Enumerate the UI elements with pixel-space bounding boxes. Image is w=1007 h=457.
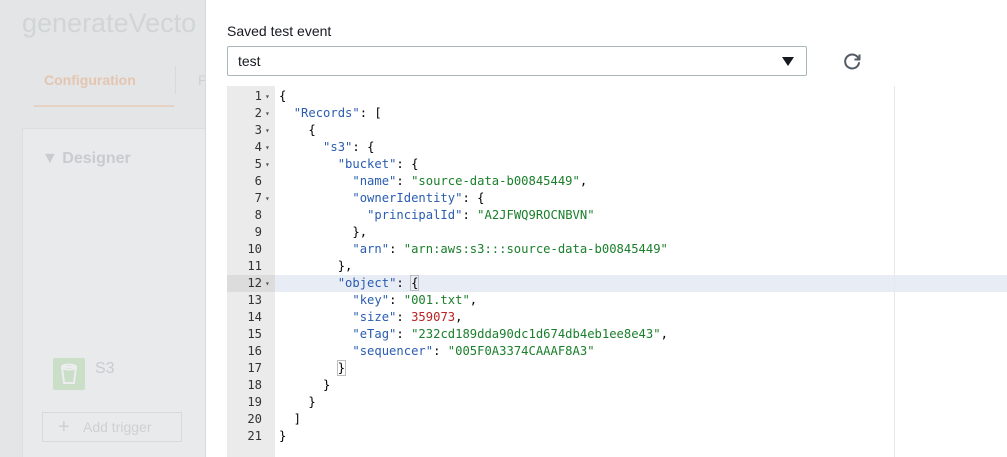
code-text: "ownerIdentity": { [352, 191, 485, 205]
code-text: }, [279, 225, 368, 239]
code-text: } [279, 378, 331, 392]
line-number: 8 [254, 208, 262, 222]
fold-arrow-icon[interactable]: ▾ [265, 275, 270, 292]
line-number: 3 [254, 123, 262, 137]
line-number: 19 [247, 395, 262, 409]
selected-event-value: test [238, 53, 261, 69]
line-number: 12 [247, 276, 262, 290]
code-line[interactable]: 15 "eTag": "232cd189dda90dc1d674db4eb1ee… [227, 326, 1007, 343]
code-line[interactable]: 3 ▾ { [227, 122, 1007, 139]
fold-arrow-icon[interactable]: ▾ [265, 122, 270, 139]
code-text: "key": "001.txt", [352, 293, 478, 307]
code-line[interactable]: 2 ▾ "Records": [ [227, 105, 1007, 122]
dropdown-arrow-icon [782, 57, 794, 66]
line-number: 16 [247, 344, 262, 358]
configure-test-event-dialog: Saved test event test 1 ▾{2 ▾ "Records": [… [205, 0, 1007, 457]
line-number: 6 [254, 174, 262, 188]
json-code-editor[interactable]: 1 ▾{2 ▾ "Records": [3 ▾ {4 ▾ "s3": {5 ▾ "buck… [227, 86, 1007, 457]
fold-arrow-icon[interactable]: ▾ [265, 156, 270, 173]
fold-arrow-icon[interactable]: ▾ [265, 190, 270, 207]
code-text: }, [279, 259, 353, 273]
code-line[interactable]: 21} [227, 428, 1007, 445]
saved-test-event-select[interactable]: test [227, 46, 807, 76]
fold-arrow-icon[interactable]: ▾ [265, 88, 270, 105]
code-text: "Records": [ [293, 106, 382, 120]
code-line[interactable]: 7 ▾ "ownerIdentity": { [227, 190, 1007, 207]
line-number: 2 [254, 106, 262, 120]
code-line[interactable]: 18 } [227, 377, 1007, 394]
line-number: 21 [247, 429, 262, 443]
code-line[interactable]: 14 "size": 359073, [227, 309, 1007, 326]
line-number: 5 [254, 157, 262, 171]
line-number: 18 [247, 378, 262, 392]
line-number: 4 [254, 140, 262, 154]
code-line[interactable]: 11 }, [227, 258, 1007, 275]
refresh-button[interactable] [840, 50, 864, 74]
line-number: 20 [247, 412, 262, 426]
line-number: 14 [247, 310, 262, 324]
code-line[interactable]: 6 "name": "source-data-b00845449", [227, 173, 1007, 190]
refresh-icon [844, 53, 861, 70]
code-line[interactable]: 13 "key": "001.txt", [227, 292, 1007, 309]
code-line[interactable]: 4 ▾ "s3": { [227, 139, 1007, 156]
saved-test-event-label: Saved test event [227, 23, 332, 39]
code-line[interactable]: 1 ▾ { [227, 88, 1007, 105]
code-line[interactable]: 17 } [227, 360, 1007, 377]
code-line[interactable]: 10 "arn": "arn:aws:s3:::source-data-b008… [227, 241, 1007, 258]
code-line[interactable]: 16 "sequencer": "005F0A3374CAAAF8A3" [227, 343, 1007, 360]
code-text: } [279, 429, 287, 443]
code-text: } [336, 360, 347, 376]
code-text: { [279, 123, 316, 137]
code-line[interactable]: 12 ▾ "object": { [227, 275, 1007, 292]
fold-arrow-icon[interactable]: ▾ [265, 139, 270, 156]
code-text: "sequencer": "005F0A3374CAAAF8A3" [352, 344, 595, 358]
modal-backdrop [0, 0, 205, 457]
line-number: 7 [254, 191, 262, 205]
line-number: 15 [247, 327, 262, 341]
code-line[interactable]: 8 "principalId": "A2JFWQ9ROCNBVN" [227, 207, 1007, 224]
line-number: 17 [247, 361, 262, 375]
code-line[interactable]: 5 ▾ "bucket": { [227, 156, 1007, 173]
code-text: "eTag": "232cd189dda90dc1d674db4eb1ee8e4… [352, 327, 668, 341]
line-number: 10 [247, 242, 262, 256]
code-line[interactable]: 19 } [227, 394, 1007, 411]
code-text: "s3": { [323, 140, 375, 154]
line-number: 13 [247, 293, 262, 307]
code-text: ] [279, 412, 302, 426]
line-number: 1 [254, 89, 262, 103]
code-line[interactable]: 9 }, [227, 224, 1007, 241]
code-text: { [279, 89, 287, 103]
line-number: 11 [247, 259, 262, 273]
code-text: "size": 359073, [352, 310, 463, 324]
code-line[interactable]: 20 ] [227, 411, 1007, 428]
code-text: "name": "source-data-b00845449", [352, 174, 588, 188]
fold-arrow-icon[interactable]: ▾ [265, 105, 270, 122]
code-text: "principalId": "A2JFWQ9ROCNBVN" [367, 208, 595, 222]
line-number: 9 [254, 225, 262, 239]
code-text: } [279, 395, 316, 409]
code-text: "bucket": { [337, 157, 419, 171]
code-text: "arn": "arn:aws:s3:::source-data-b008454… [352, 242, 668, 256]
code-text: "object": { [337, 275, 420, 291]
